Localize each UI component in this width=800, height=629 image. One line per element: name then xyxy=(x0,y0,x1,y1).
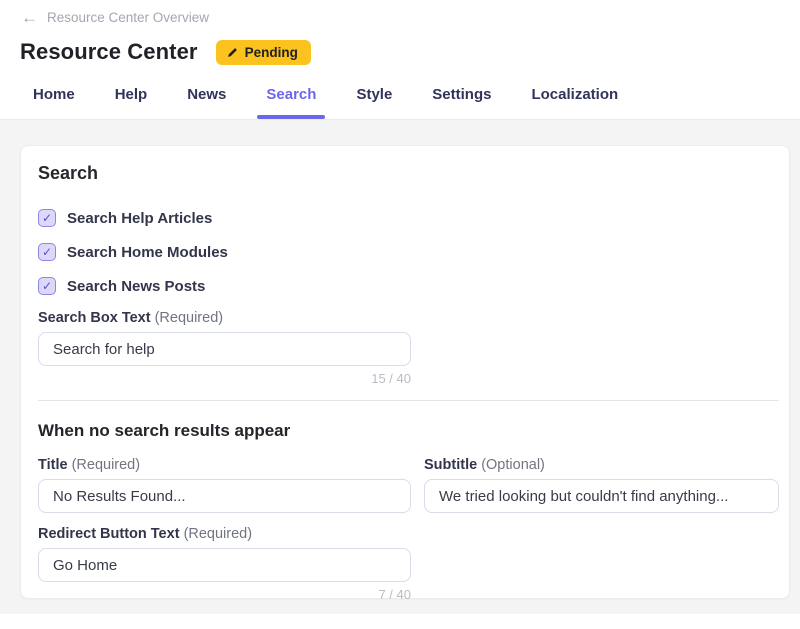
checkbox-label: Search Home Modules xyxy=(67,244,228,261)
search-box-char-counter: 15 / 40 xyxy=(38,371,411,386)
title-input[interactable] xyxy=(38,479,411,513)
search-box-text-label: Search Box Text (Required) xyxy=(38,310,779,326)
tab-bar: Home Help News Search Style Settings Loc… xyxy=(0,65,800,120)
status-badge-label: Pending xyxy=(245,45,298,60)
tab-home[interactable]: Home xyxy=(33,86,75,119)
required-hint: (Required) xyxy=(72,457,141,473)
checkbox-search-home-modules[interactable]: ✓ Search Home Modules xyxy=(38,242,779,262)
required-hint: (Required) xyxy=(155,310,224,326)
subtitle-label: Subtitle (Optional) xyxy=(424,457,779,473)
tab-search[interactable]: Search xyxy=(266,86,316,119)
breadcrumb-label: Resource Center Overview xyxy=(47,10,209,25)
search-section-heading: Search xyxy=(38,163,779,184)
required-hint: (Required) xyxy=(184,526,253,542)
tab-help[interactable]: Help xyxy=(115,86,148,119)
tab-news[interactable]: News xyxy=(187,86,226,119)
redirect-char-counter: 7 / 40 xyxy=(38,587,411,602)
tab-localization[interactable]: Localization xyxy=(531,86,618,119)
pencil-icon xyxy=(227,47,238,58)
checkbox-checked-icon: ✓ xyxy=(38,209,56,227)
title-label: Title (Required) xyxy=(38,457,411,473)
tab-settings[interactable]: Settings xyxy=(432,86,491,119)
breadcrumb-back-link[interactable]: ← Resource Center Overview xyxy=(0,0,800,26)
tab-style[interactable]: Style xyxy=(356,86,392,119)
checkbox-search-help-articles[interactable]: ✓ Search Help Articles xyxy=(38,208,779,228)
checkbox-label: Search News Posts xyxy=(67,278,205,295)
pending-status-badge[interactable]: Pending xyxy=(216,40,311,65)
page-header: ← Resource Center Overview Resource Cent… xyxy=(0,0,800,120)
checkbox-search-news-posts[interactable]: ✓ Search News Posts xyxy=(38,276,779,296)
redirect-button-text-label: Redirect Button Text (Required) xyxy=(38,526,779,542)
checkbox-checked-icon: ✓ xyxy=(38,277,56,295)
checkbox-label: Search Help Articles xyxy=(67,210,212,227)
search-box-text-input[interactable] xyxy=(38,332,411,366)
checkbox-checked-icon: ✓ xyxy=(38,243,56,261)
content-area: Search ✓ Search Help Articles ✓ Search H… xyxy=(0,120,800,614)
section-divider xyxy=(38,400,779,401)
subtitle-input[interactable] xyxy=(424,479,779,513)
page-title: Resource Center xyxy=(20,39,198,65)
optional-hint: (Optional) xyxy=(481,457,545,473)
redirect-button-text-input[interactable] xyxy=(38,548,411,582)
back-arrow-icon: ← xyxy=(21,9,38,26)
search-settings-card: Search ✓ Search Help Articles ✓ Search H… xyxy=(20,145,790,599)
no-results-section-heading: When no search results appear xyxy=(38,421,779,441)
